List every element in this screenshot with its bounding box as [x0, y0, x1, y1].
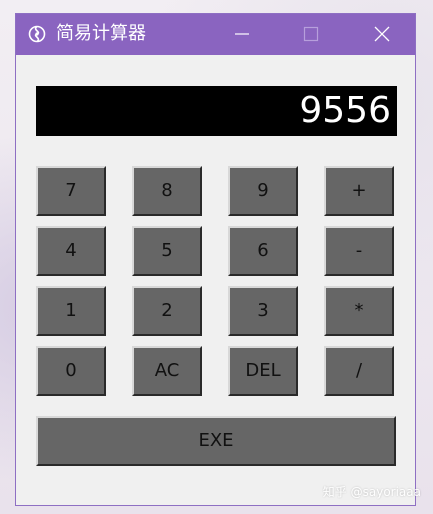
key-7[interactable]: 7	[36, 166, 106, 216]
calculator-window: 简易计算器 9556 7 8 9 + 4 5 6 - 1 2 3 * 0 AC …	[15, 13, 416, 506]
execute-button[interactable]: EXE	[36, 416, 396, 466]
minimize-button[interactable]	[219, 14, 265, 55]
maximize-button[interactable]	[288, 14, 334, 55]
key-1[interactable]: 1	[36, 286, 106, 336]
key-9[interactable]: 9	[228, 166, 298, 216]
key-4[interactable]: 4	[36, 226, 106, 276]
minimize-icon	[235, 33, 249, 35]
key-clear-all[interactable]: AC	[132, 346, 202, 396]
window-title: 简易计算器	[56, 23, 146, 44]
watermark-text: 知乎 @sayoriaaa	[322, 485, 421, 499]
maximize-icon	[303, 26, 319, 42]
key-6[interactable]: 6	[228, 226, 298, 276]
key-2[interactable]: 2	[132, 286, 202, 336]
result-display: 9556	[36, 86, 397, 136]
close-button[interactable]	[359, 14, 405, 55]
calculator-app-icon	[28, 25, 46, 43]
key-0[interactable]: 0	[36, 346, 106, 396]
key-8[interactable]: 8	[132, 166, 202, 216]
key-multiply[interactable]: *	[324, 286, 394, 336]
key-3[interactable]: 3	[228, 286, 298, 336]
key-delete[interactable]: DEL	[228, 346, 298, 396]
key-5[interactable]: 5	[132, 226, 202, 276]
key-minus[interactable]: -	[324, 226, 394, 276]
key-divide[interactable]: /	[324, 346, 394, 396]
key-plus[interactable]: +	[324, 166, 394, 216]
title-bar[interactable]: 简易计算器	[16, 14, 415, 55]
close-icon	[374, 26, 390, 42]
